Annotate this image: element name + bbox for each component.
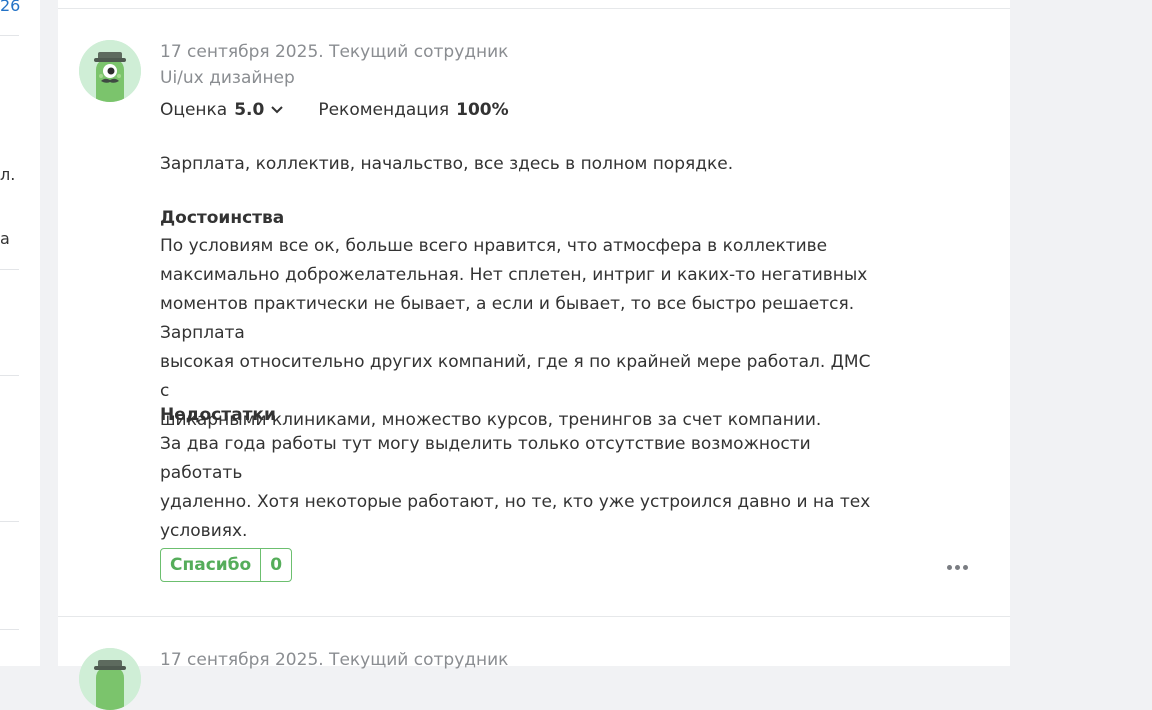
left-divider (0, 375, 19, 376)
more-options-icon[interactable] (947, 562, 971, 572)
recommendation-value: 100% (456, 100, 509, 120)
thanks-button[interactable]: Спасибо 0 (160, 548, 293, 582)
avatar-mascot-icon (79, 40, 141, 102)
cons-line: условиях. (160, 521, 248, 541)
cons-line: За два года работы тут могу выделить тол… (160, 434, 811, 483)
cons-text: За два года работы тут могу выделить тол… (160, 430, 880, 546)
review-divider (58, 8, 1010, 9)
review-date-status: 17 сентября 2025. Текущий сотрудник (160, 650, 509, 670)
left-fragment-text: л. (0, 165, 16, 184)
rating-label: Оценка (160, 100, 228, 120)
left-fragment-text: а (0, 229, 10, 248)
cons-line: удаленно. Хотя некоторые работают, но те… (160, 492, 871, 512)
review-divider (58, 616, 1010, 617)
left-divider (0, 521, 19, 522)
pros-line: моментов практически не бывает, а если и… (160, 294, 855, 343)
pros-line: высокая относительно других компаний, гд… (160, 352, 871, 401)
pros-heading: Достоинства (160, 208, 285, 228)
left-divider (0, 629, 19, 630)
thanks-label: Спасибо (170, 555, 252, 575)
left-divider (0, 35, 19, 36)
cons-heading: Недостатки (160, 405, 276, 425)
reviews-column: 17 сентября 2025. Текущий сотрудник Ui/u… (58, 0, 1010, 710)
left-fragment-link[interactable]: 26 (0, 0, 20, 15)
left-divider (0, 269, 19, 270)
right-empty-area (1010, 0, 1152, 666)
column-gap (40, 0, 58, 666)
avatar-mascot-icon (79, 648, 141, 710)
rating-row: Оценка 5.0 Рекомендация 100% (160, 100, 509, 120)
review-position: Ui/ux дизайнер (160, 68, 295, 88)
review-date-status: 17 сентября 2025. Текущий сотрудник (160, 42, 509, 62)
pros-line: максимально доброжелательная. Нет сплете… (160, 265, 868, 285)
pros-line: По условиям все ок, больше всего нравитс… (160, 236, 828, 256)
rating-value[interactable]: 5.0 (234, 100, 264, 120)
left-column: 26 л. а (0, 0, 40, 666)
chevron-down-icon[interactable] (270, 103, 284, 117)
thanks-count: 0 (270, 555, 283, 575)
recommendation-label: Рекомендация (318, 100, 450, 120)
review-summary: Зарплата, коллектив, начальство, все зде… (160, 154, 734, 174)
